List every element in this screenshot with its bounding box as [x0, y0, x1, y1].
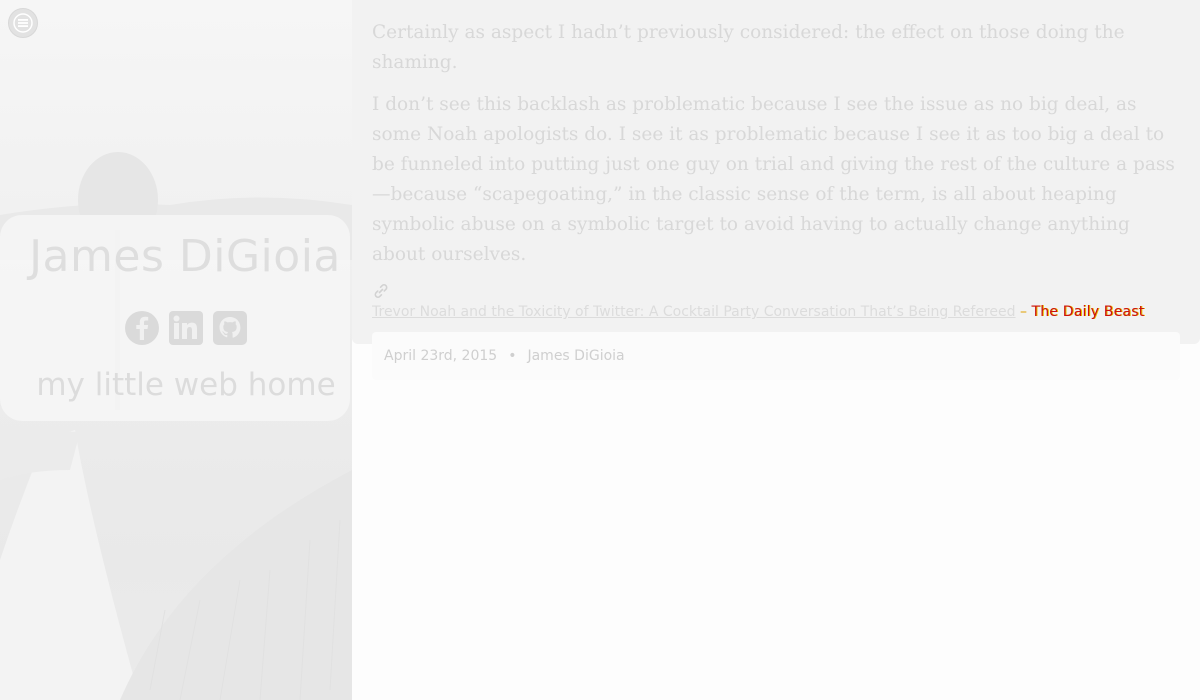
source-publication-name: The Daily Beast: [1031, 304, 1145, 320]
post-date-link[interactable]: April 23rd, 2015: [384, 348, 497, 364]
github-icon: [213, 311, 247, 345]
post-card: Certainly as aspect I hadn’t previously …: [352, 0, 1200, 380]
facebook-link[interactable]: [124, 310, 160, 346]
meta-separator: •: [508, 348, 517, 364]
github-link[interactable]: [212, 310, 248, 346]
sidebar: James DiGioia my little web home: [0, 0, 352, 700]
linkedin-icon: [169, 311, 203, 345]
quote-paragraph: I don’t see this backlash as problematic…: [372, 94, 1175, 265]
page: James DiGioia my little web home Certain…: [0, 0, 1200, 700]
facebook-icon: [125, 311, 159, 345]
post-meta-bar: April 23rd, 2015 • James DiGioia: [372, 332, 1180, 380]
hamburger-menu-icon: [13, 13, 33, 33]
source-separator: –: [1015, 304, 1032, 320]
linkedin-link[interactable]: [168, 310, 204, 346]
post-quote: Certainly as aspect I hadn’t previously …: [372, 18, 1180, 270]
site-tagline: my little web home: [36, 367, 336, 403]
quote-paragraph: Certainly as aspect I hadn’t previously …: [372, 22, 1125, 73]
identity-card: James DiGioia my little web home: [0, 215, 350, 421]
menu-toggle-button[interactable]: [8, 8, 38, 38]
social-links: [0, 310, 352, 346]
source-line: Trevor Noah and the Toxicity of Twitter:…: [372, 302, 1180, 322]
post-author-link[interactable]: James DiGioia: [527, 348, 624, 364]
site-owner-name: James DiGioia: [29, 231, 341, 282]
link-icon[interactable]: [372, 282, 390, 300]
source-article-link[interactable]: Trevor Noah and the Toxicity of Twitter:…: [372, 304, 1016, 320]
